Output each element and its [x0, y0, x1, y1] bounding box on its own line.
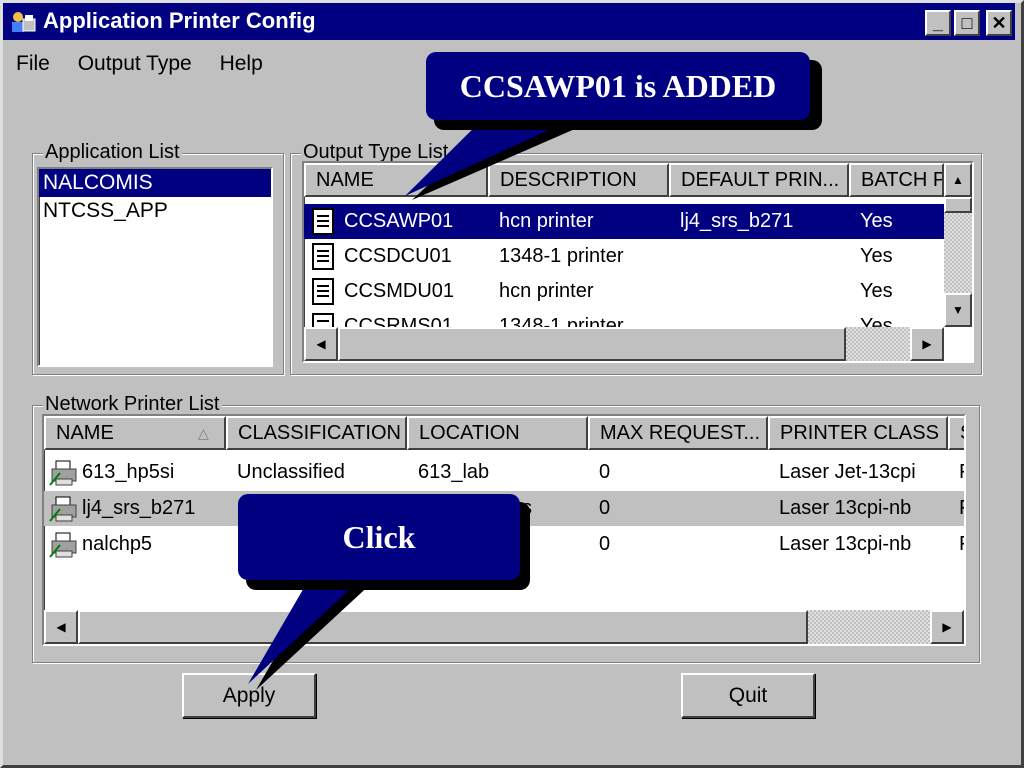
callout-pointer-click: [248, 574, 375, 690]
callout-click: Click: [238, 494, 520, 580]
